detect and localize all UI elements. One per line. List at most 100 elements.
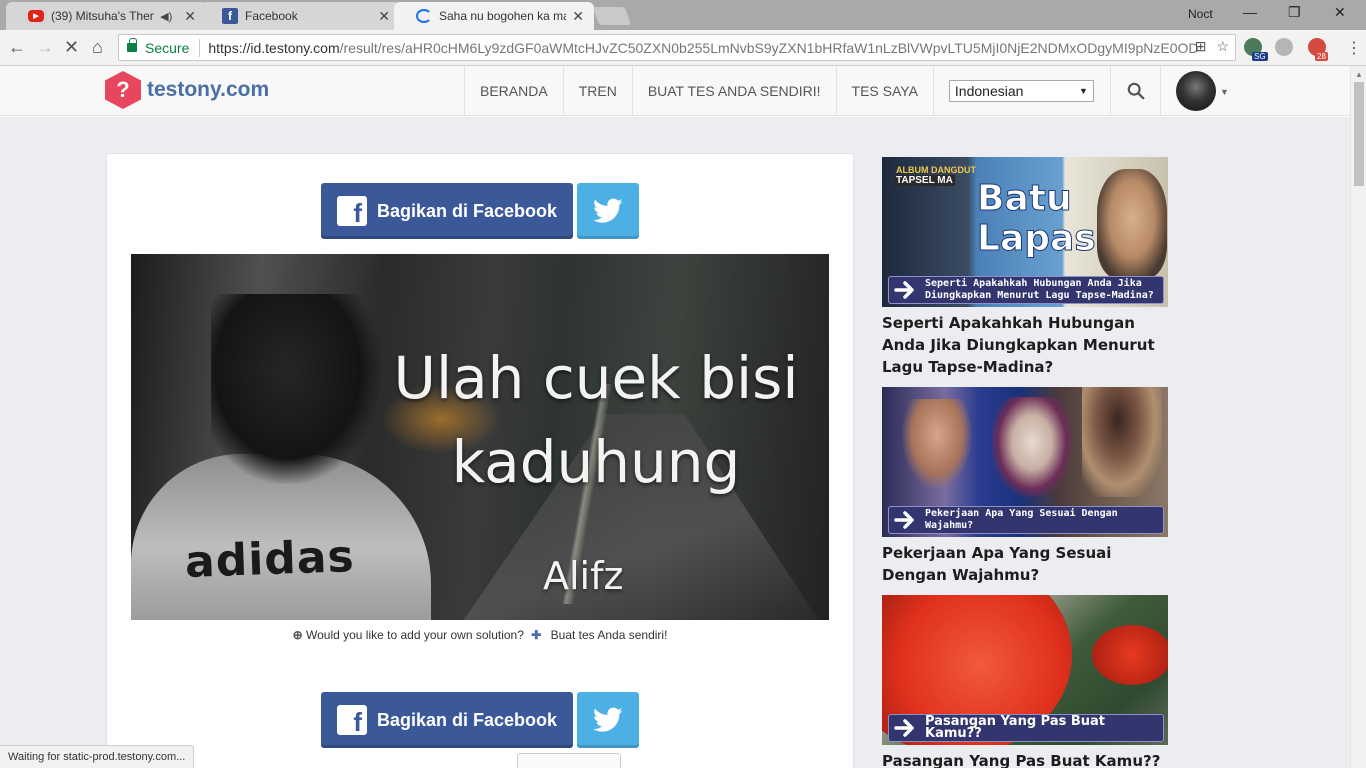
main-nav: BERANDA TREN BUAT TES ANDA SENDIRI! TES … <box>464 66 1109 116</box>
sidebar-quiz-2[interactable]: Pekerjaan Apa Yang Sesuai Dengan Wajahmu… <box>882 387 1168 586</box>
partial-widget[interactable] <box>517 753 621 768</box>
browser-tab-facebook[interactable]: f Facebook ✕ <box>200 2 400 30</box>
share-buttons-bottom: f Bagikan di Facebook <box>321 692 639 748</box>
share-twitter-button[interactable] <box>577 183 639 239</box>
home-icon[interactable]: ⌂ <box>92 37 103 58</box>
page-scrollbar[interactable]: ▲ <box>1350 66 1366 768</box>
twitter-bird-icon <box>593 198 623 223</box>
browser-toolbar: ← → ✕ ⌂ Secure https://id.testony.com/re… <box>0 30 1366 66</box>
browser-tab-testony[interactable]: Saha nu bogohen ka maneh? ✕ <box>394 2 594 30</box>
url-path: /result/res/aHR0cHM6Ly9zdGF0aWMtcHJvZC50… <box>339 39 1199 56</box>
back-arrow-icon[interactable]: ← <box>8 37 26 58</box>
quiz-banner: Seperti Apakahkah Hubungan Anda Jika Diu… <box>888 276 1164 304</box>
facebook-icon: f <box>337 196 367 226</box>
result-caption: Ulah cuek bisi kaduhung <box>361 336 829 504</box>
thumb-label-box: TAPSEL MA <box>894 175 955 186</box>
result-card: f Bagikan di Facebook adidas Ulah cuek b… <box>106 153 854 768</box>
quiz-thumbnail[interactable]: ALBUM DANGDUT TAPSEL MA Batu Lapas Seper… <box>882 157 1168 307</box>
user-avatar[interactable] <box>1176 71 1216 111</box>
quiz-banner: Pasangan Yang Pas Buat Kamu?? <box>888 714 1164 742</box>
language-cell: Indonesian ▼ <box>932 66 1109 116</box>
caption-line-2: kaduhung <box>451 428 741 496</box>
tab-title: (39) Mitsuha's Theme <box>51 9 154 23</box>
quiz-thumbnail[interactable]: Pekerjaan Apa Yang Sesuai Dengan Wajahmu… <box>882 387 1168 537</box>
search-icon <box>1127 82 1144 100</box>
speaker-icon[interactable]: ◀) <box>160 10 172 23</box>
quiz-title[interactable]: Pasangan Yang Pas Buat Kamu?? <box>882 750 1168 768</box>
site-header: ? testony.com BERANDA TREN BUAT TES ANDA… <box>0 66 1350 116</box>
tab-title: Saha nu bogohen ka maneh? <box>439 9 566 23</box>
browser-status-bubble: Waiting for static-prod.testony.com... <box>0 745 195 768</box>
forward-arrow-icon[interactable]: → <box>36 37 54 58</box>
divider <box>199 38 201 57</box>
stop-loading-icon[interactable]: ✕ <box>64 37 79 58</box>
sidebar-quiz-1[interactable]: ALBUM DANGDUT TAPSEL MA Batu Lapas Seper… <box>882 157 1168 378</box>
twitter-bird-icon <box>593 707 623 732</box>
browser-menu-icon[interactable]: ⋮ <box>1346 38 1362 58</box>
avatar-dropdown-icon[interactable]: ▼ <box>1220 87 1229 97</box>
browser-tab-strip: ▶ (39) Mitsuha's Theme ◀) ✕ f Facebook ✕… <box>0 0 1366 30</box>
tab-title: Facebook <box>245 9 298 23</box>
nav-create-test[interactable]: BUAT TES ANDA SENDIRI! <box>631 66 836 116</box>
window-close-icon[interactable]: ✕ <box>1334 4 1346 21</box>
address-bar[interactable]: Secure https://id.testony.com/result/res… <box>118 34 1236 61</box>
scrollbar-thumb[interactable] <box>1354 82 1364 186</box>
quiz-thumbnail[interactable]: Pasangan Yang Pas Buat Kamu?? <box>882 595 1168 745</box>
share-facebook-button[interactable]: f Bagikan di Facebook <box>321 692 573 748</box>
share-twitter-button[interactable] <box>577 692 639 748</box>
restore-icon[interactable]: ❐ <box>1288 4 1301 21</box>
new-tab-button[interactable] <box>592 7 632 25</box>
arrow-right-icon <box>892 278 918 302</box>
quiz-title[interactable]: Seperti Apakahkah Hubungan Anda Jika Diu… <box>882 312 1168 378</box>
own-solution-row: ⊕ Would you like to add your own solutio… <box>107 628 853 642</box>
nav-beranda[interactable]: BERANDA <box>464 66 563 116</box>
language-select[interactable]: Indonesian ▼ <box>948 80 1094 102</box>
share-facebook-label: Bagikan di Facebook <box>377 709 558 730</box>
arrow-right-icon <box>892 508 918 532</box>
result-signature: Alifz <box>543 554 624 598</box>
lock-icon <box>127 38 137 52</box>
close-tab-icon[interactable]: ✕ <box>378 8 390 25</box>
extension-badge-sg: SG <box>1252 52 1268 61</box>
thumb-label: ALBUM DANGDUT <box>896 165 976 175</box>
search-button[interactable] <box>1110 66 1161 116</box>
minimize-icon[interactable]: — <box>1243 4 1257 20</box>
banner-text: Pasangan Yang Pas Buat Kamu?? <box>925 714 1106 741</box>
create-test-link[interactable]: Buat tes Anda sendiri! <box>551 628 668 642</box>
sidebar-quiz-3[interactable]: Pasangan Yang Pas Buat Kamu?? Pasangan Y… <box>882 595 1168 768</box>
scroll-up-icon[interactable]: ▲ <box>1355 70 1363 79</box>
caption-line-1: Ulah cuek bisi <box>393 344 799 412</box>
dropdown-caret-icon: ▼ <box>1079 86 1088 96</box>
banner-text: Seperti Apakahkah Hubungan Anda Jika Diu… <box>925 278 1154 301</box>
arrow-right-icon <box>892 716 918 740</box>
loading-spinner-icon <box>416 9 432 23</box>
quiz-title[interactable]: Pekerjaan Apa Yang Sesuai Dengan Wajahmu… <box>882 542 1168 586</box>
extension-cloud-icon[interactable] <box>1275 38 1293 56</box>
nav-tren[interactable]: TREN <box>562 66 632 116</box>
site-logo[interactable]: ? testony.com <box>105 71 269 109</box>
extension-badge-count: 28 <box>1315 52 1328 61</box>
browser-tab-youtube[interactable]: ▶ (39) Mitsuha's Theme ◀) ✕ <box>6 2 206 30</box>
browser-profile-name[interactable]: Noct <box>1188 7 1213 21</box>
translate-icon[interactable]: ⊞ <box>1195 38 1207 55</box>
shirt-logo-text: adidas <box>184 531 356 588</box>
own-solution-text: Would you like to add your own solution? <box>305 628 524 642</box>
plus-icon: ✚ <box>531 628 542 642</box>
youtube-icon: ▶ <box>28 10 44 22</box>
close-tab-icon[interactable]: ✕ <box>572 8 584 25</box>
share-facebook-button[interactable]: f Bagikan di Facebook <box>321 183 573 239</box>
url-text[interactable]: https://id.testony.com/result/res/aHR0cH… <box>208 40 1235 56</box>
facebook-icon: f <box>337 705 367 735</box>
secure-label: Secure <box>145 39 190 56</box>
banner-text: Pekerjaan Apa Yang Sesuai Dengan Wajahmu… <box>925 508 1118 531</box>
bookmark-star-icon[interactable]: ☆ <box>1216 38 1229 55</box>
share-buttons-top: f Bagikan di Facebook <box>321 183 639 239</box>
facebook-icon: f <box>222 8 238 24</box>
nav-my-tests[interactable]: TES SAYA <box>835 66 933 116</box>
logo-text: testony.com <box>147 78 270 101</box>
close-tab-icon[interactable]: ✕ <box>184 8 196 25</box>
result-image: adidas Ulah cuek bisi kaduhung Alifz <box>131 254 829 620</box>
page-body: f Bagikan di Facebook adidas Ulah cuek b… <box>0 117 1350 768</box>
language-value: Indonesian <box>954 83 1024 99</box>
share-facebook-label: Bagikan di Facebook <box>377 200 558 221</box>
